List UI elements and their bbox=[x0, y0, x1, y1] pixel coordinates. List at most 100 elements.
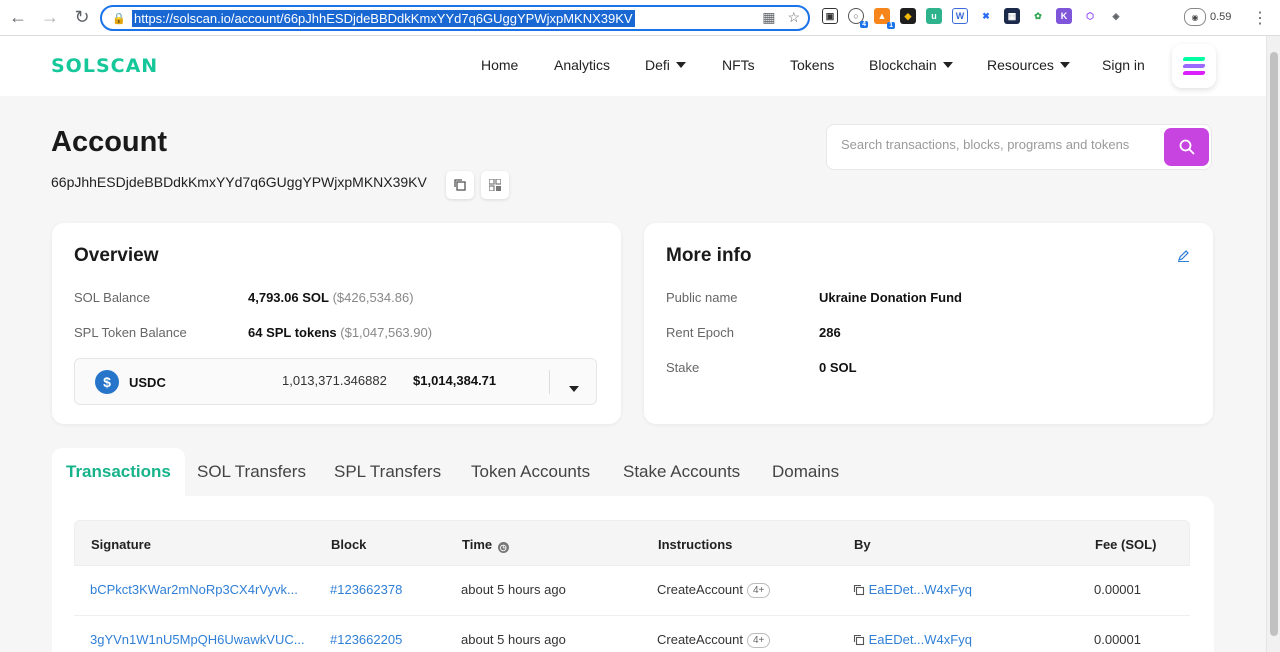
rent-epoch-value: 286 bbox=[819, 325, 841, 340]
solana-menu-icon[interactable] bbox=[1172, 44, 1216, 88]
page-scrollbar[interactable] bbox=[1266, 36, 1280, 652]
nav-sign-in[interactable]: Sign in bbox=[1102, 57, 1145, 73]
col-instructions: Instructions bbox=[658, 537, 733, 552]
profile-extension[interactable]: ◉ 0.59 bbox=[1184, 8, 1231, 26]
sol-balance-value: 4,793.06 SOL ($426,534.86) bbox=[248, 290, 414, 305]
qr-code-button[interactable] bbox=[481, 171, 509, 199]
table-row: bCPkct3KWar2mNoRp3CX4rVyvk... #123662378… bbox=[74, 566, 1190, 616]
table-row: 3gYVn1W1nU5MpQH6UwawkVUC... #123662205 a… bbox=[74, 616, 1190, 652]
sol-balance-label: SOL Balance bbox=[74, 290, 151, 305]
nav-sign-in-label: Sign in bbox=[1102, 57, 1145, 73]
search-box bbox=[826, 124, 1212, 170]
token-select[interactable]: $ USDC 1,013,371.346882 $1,014,384.71 bbox=[74, 358, 597, 405]
nav-tokens-label: Tokens bbox=[790, 57, 835, 73]
table-header: Signature Block Time ◷ Instructions By F… bbox=[74, 520, 1190, 566]
search-input[interactable] bbox=[841, 137, 1161, 152]
unit-extension-icon[interactable]: u bbox=[926, 8, 942, 24]
back-icon[interactable]: ← bbox=[4, 4, 32, 32]
tx-instruction-label: CreateAccount bbox=[657, 582, 743, 597]
tx-signature-link[interactable]: 3gYVn1W1nU5MpQH6UwawkVUC... bbox=[90, 632, 305, 647]
forward-icon[interactable]: → bbox=[36, 4, 64, 32]
sol-balance-amount: 4,793.06 SOL bbox=[248, 290, 329, 305]
usdc-icon: $ bbox=[95, 370, 119, 394]
nav-defi[interactable]: Defi bbox=[645, 57, 686, 73]
spl-balance-amount: 64 SPL tokens bbox=[248, 325, 337, 340]
clock-icon[interactable]: ◷ bbox=[497, 542, 509, 553]
browser-toolbar: ← → ↻ 🔒 https://solscan.io/account/66pJh… bbox=[0, 0, 1280, 36]
public-name-value: Ukraine Donation Fund bbox=[819, 290, 962, 305]
hex-extension-icon[interactable]: ⬡ bbox=[1082, 8, 1098, 24]
transactions-panel: Signature Block Time ◷ Instructions By F… bbox=[52, 496, 1214, 652]
spl-balance-usd: ($1,047,563.90) bbox=[340, 325, 433, 340]
copy-address-button[interactable] bbox=[446, 171, 474, 199]
tab-domains[interactable]: Domains bbox=[772, 448, 839, 496]
nav-home[interactable]: Home bbox=[481, 57, 518, 73]
metamask-fox-icon[interactable]: ▲ 1 bbox=[874, 8, 895, 29]
more-info-title: More info bbox=[666, 245, 752, 266]
reload-icon[interactable]: ↻ bbox=[68, 4, 96, 32]
cross-extension-icon[interactable]: ✖ bbox=[978, 8, 994, 24]
tx-time: about 5 hours ago bbox=[461, 632, 566, 647]
browser-menu-icon[interactable]: ⋮ bbox=[1252, 8, 1268, 28]
spl-balance-value: 64 SPL tokens ($1,047,563.90) bbox=[248, 325, 432, 340]
cube-extension-icon[interactable]: ▣ bbox=[822, 8, 838, 24]
token-usd: $1,014,384.71 bbox=[413, 373, 497, 388]
search-button[interactable] bbox=[1164, 128, 1209, 166]
copy-icon[interactable] bbox=[853, 634, 865, 646]
caret-down-icon bbox=[675, 62, 686, 68]
tx-instruction-count[interactable]: 4+ bbox=[747, 583, 771, 598]
grid-extension-icon[interactable]: ▦ bbox=[1004, 8, 1020, 24]
tx-instruction-label: CreateAccount bbox=[657, 632, 743, 647]
extension-badge: 1 bbox=[887, 22, 895, 29]
tx-block-link[interactable]: #123662205 bbox=[330, 632, 402, 647]
nav-nfts[interactable]: NFTs bbox=[722, 57, 755, 73]
transactions-table: Signature Block Time ◷ Instructions By F… bbox=[74, 520, 1190, 652]
profile-ring-icon: ◉ bbox=[1184, 8, 1206, 26]
puzzle-extensions-icon[interactable]: ◈ bbox=[1108, 8, 1124, 24]
col-signature: Signature bbox=[91, 537, 151, 552]
qr-code-icon[interactable]: ▦ bbox=[762, 9, 775, 26]
nav-blockchain[interactable]: Blockchain bbox=[869, 57, 953, 73]
public-name-label: Public name bbox=[666, 290, 738, 305]
nav-resources[interactable]: Resources bbox=[987, 57, 1070, 73]
tab-token-accounts[interactable]: Token Accounts bbox=[471, 448, 590, 496]
tab-stake-accounts[interactable]: Stake Accounts bbox=[623, 448, 740, 496]
leaf-extension-icon[interactable]: ✿ bbox=[1030, 8, 1046, 24]
overview-card: Overview SOL Balance 4,793.06 SOL ($426,… bbox=[52, 223, 621, 424]
nav-tokens[interactable]: Tokens bbox=[790, 57, 834, 73]
nav-resources-label: Resources bbox=[987, 57, 1054, 73]
tx-by-link[interactable]: EaEDet...W4xFyq bbox=[869, 582, 972, 597]
tx-signature-link[interactable]: bCPkct3KWar2mNoRp3CX4rVyvk... bbox=[90, 582, 298, 597]
tx-time: about 5 hours ago bbox=[461, 582, 566, 597]
coin-extension-icon[interactable]: ○ 4 bbox=[848, 8, 868, 28]
wallet-extension-icon[interactable]: W bbox=[952, 8, 968, 24]
nav-analytics[interactable]: Analytics bbox=[554, 57, 610, 73]
tx-instruction-count[interactable]: 4+ bbox=[747, 633, 771, 648]
search-icon bbox=[1179, 139, 1194, 155]
bookmark-star-icon[interactable]: ☆ bbox=[787, 9, 800, 26]
edit-pencil-icon[interactable] bbox=[1177, 249, 1190, 267]
address-bar[interactable]: 🔒 https://solscan.io/account/66pJhhESDjd… bbox=[100, 5, 810, 31]
stake-label: Stake bbox=[666, 360, 700, 375]
tab-transactions[interactable]: Transactions bbox=[52, 448, 185, 496]
address-url[interactable]: https://solscan.io/account/66pJhhESDjdeB… bbox=[132, 9, 635, 27]
nav-defi-label: Defi bbox=[645, 57, 670, 73]
tx-by-link[interactable]: EaEDet...W4xFyq bbox=[869, 632, 972, 647]
tab-spl-transfers[interactable]: SPL Transfers bbox=[334, 448, 441, 496]
page-title: Account bbox=[51, 126, 167, 158]
tx-by: EaEDet...W4xFyq bbox=[853, 582, 972, 597]
nav-home-label: Home bbox=[481, 57, 519, 73]
copy-icon bbox=[454, 179, 466, 191]
scrollbar-thumb[interactable] bbox=[1270, 52, 1278, 636]
k-extension-icon[interactable]: K bbox=[1056, 8, 1072, 24]
nav-blockchain-label: Blockchain bbox=[869, 57, 937, 73]
binance-extension-icon[interactable]: ◆ bbox=[900, 8, 916, 24]
dropdown-caret-icon[interactable] bbox=[567, 379, 579, 397]
tab-sol-transfers[interactable]: SOL Transfers bbox=[197, 448, 306, 496]
col-block: Block bbox=[331, 537, 367, 552]
copy-icon[interactable] bbox=[853, 584, 865, 596]
lock-icon: 🔒 bbox=[112, 13, 126, 25]
col-time[interactable]: Time ◷ bbox=[462, 537, 509, 553]
solscan-logo[interactable]: SOLSCAN bbox=[51, 55, 158, 77]
tx-block-link[interactable]: #123662378 bbox=[330, 582, 402, 597]
